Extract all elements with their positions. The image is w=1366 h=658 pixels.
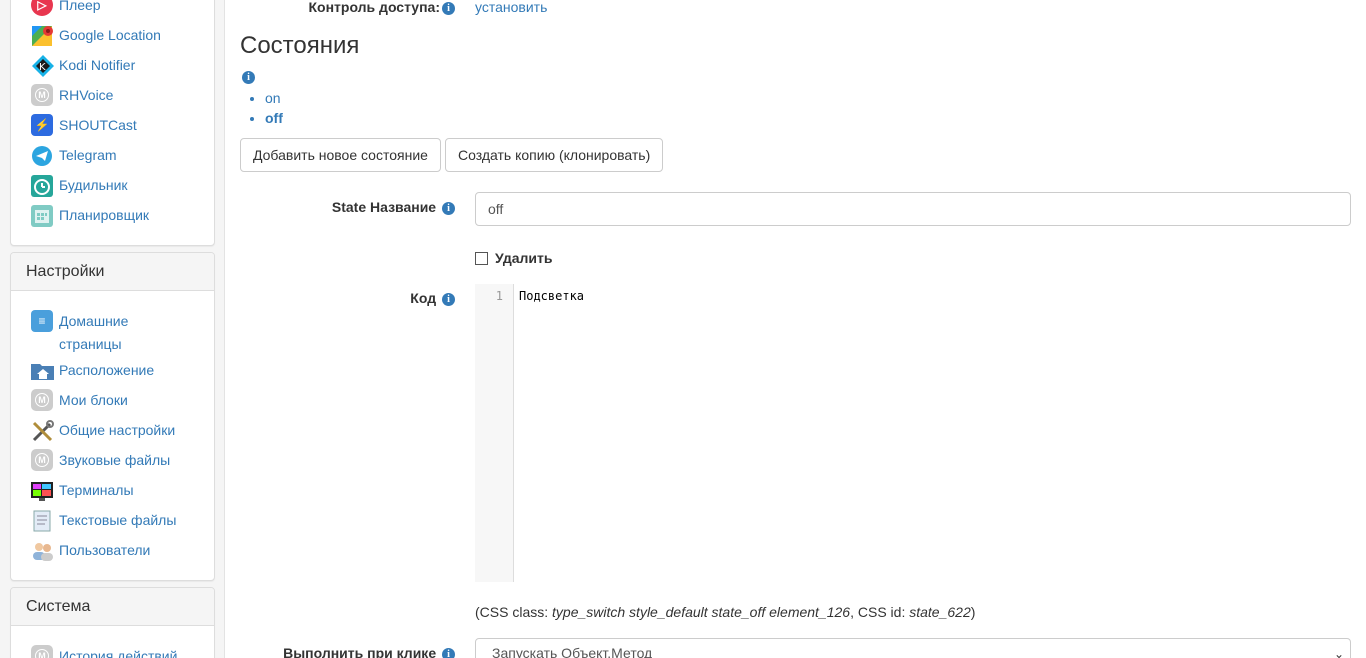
- info-icon[interactable]: i: [442, 2, 455, 15]
- code-label: Код i: [225, 290, 455, 306]
- sidebar-item-location[interactable]: Расположение: [31, 359, 154, 383]
- sidebar-item-users[interactable]: Пользователи: [31, 539, 150, 563]
- access-control-label: Контроль доступа: i: [225, 0, 455, 15]
- state-item-on[interactable]: on: [265, 88, 283, 108]
- system-heading: Система: [11, 588, 214, 626]
- sidebar-item-player[interactable]: ▷ Плеер: [31, 0, 101, 18]
- line-number: 1: [495, 289, 503, 303]
- module-icon: M: [31, 84, 55, 108]
- module-icon: M: [31, 449, 55, 473]
- module-icon: M: [31, 645, 55, 658]
- folder-home-icon: [31, 359, 55, 383]
- states-section-title: Состояния: [240, 32, 360, 59]
- info-icon[interactable]: i: [242, 71, 255, 84]
- alarm-clock-icon: [31, 174, 55, 198]
- css-class-note: (CSS class: type_switch style_default st…: [475, 604, 976, 620]
- svg-text:K: K: [39, 62, 46, 73]
- terminal-icon: [31, 479, 55, 503]
- shoutcast-icon: ⚡: [31, 114, 55, 138]
- info-icon[interactable]: i: [442, 648, 455, 658]
- access-control-set-link[interactable]: установить: [475, 0, 547, 15]
- state-name-input[interactable]: [475, 192, 1351, 226]
- settings-panel: Настройки ≡ Домашние страницы Расположен…: [10, 252, 215, 581]
- code-gutter: [475, 284, 514, 582]
- calendar-icon: [31, 204, 55, 228]
- on-click-label: Выполнить при клике i: [225, 645, 455, 658]
- sidebar-item-telegram[interactable]: Telegram: [31, 144, 117, 168]
- sidebar: ▷ Плеер Google Location K Kodi Notifier …: [0, 0, 225, 658]
- on-click-select[interactable]: Запускать Объект.Метод ⌄: [475, 638, 1351, 658]
- delete-checkbox-row[interactable]: Удалить: [475, 250, 552, 266]
- sidebar-item-alarm[interactable]: Будильник: [31, 174, 128, 198]
- chevron-down-icon: ⌄: [1333, 647, 1344, 658]
- add-state-button[interactable]: Добавить новое состояние: [240, 138, 441, 172]
- sidebar-item-home-pages[interactable]: ≡ Домашние страницы: [31, 310, 206, 356]
- sidebar-item-my-blocks[interactable]: M Мои блоки: [31, 389, 128, 413]
- sidebar-item-text-files[interactable]: Текстовые файлы: [31, 509, 176, 533]
- sidebar-item-sound-files[interactable]: M Звуковые файлы: [31, 449, 170, 473]
- sidebar-item-google-location[interactable]: Google Location: [31, 24, 161, 48]
- sidebar-item-kodi-notifier[interactable]: K Kodi Notifier: [31, 54, 135, 78]
- clone-button[interactable]: Создать копию (клонировать): [445, 138, 664, 172]
- kodi-icon: K: [31, 54, 55, 78]
- tools-icon: [31, 419, 55, 443]
- state-item-off[interactable]: off: [265, 108, 283, 128]
- document-icon: ≡: [31, 310, 55, 334]
- player-icon: ▷: [31, 0, 55, 18]
- sidebar-item-scheduler[interactable]: Планировщик: [31, 204, 149, 228]
- telegram-icon: [31, 144, 55, 168]
- main-content: Контроль доступа: i установить Состояния …: [225, 0, 1366, 658]
- sidebar-item-rhvoice[interactable]: M RHVoice: [31, 84, 113, 108]
- modules-panel: ▷ Плеер Google Location K Kodi Notifier …: [10, 0, 215, 246]
- code-text[interactable]: Подсветка: [519, 289, 584, 303]
- sidebar-item-action-history[interactable]: M История действий: [31, 645, 177, 658]
- text-file-icon: [31, 509, 55, 533]
- sidebar-item-shoutcast[interactable]: ⚡ SHOUTCast: [31, 114, 137, 138]
- code-editor[interactable]: 1 Подсветка: [475, 284, 1351, 582]
- states-list: on off: [265, 88, 283, 128]
- info-icon[interactable]: i: [442, 202, 455, 215]
- system-panel: Система M История действий: [10, 587, 215, 658]
- google-maps-icon: [31, 24, 55, 48]
- users-icon: [31, 539, 55, 563]
- sidebar-item-general-settings[interactable]: Общие настройки: [31, 419, 175, 443]
- delete-checkbox[interactable]: [475, 251, 488, 265]
- info-icon[interactable]: i: [442, 293, 455, 306]
- settings-heading: Настройки: [11, 253, 214, 291]
- state-name-label: State Название i: [225, 199, 455, 215]
- sidebar-item-terminals[interactable]: Терминалы: [31, 479, 134, 503]
- module-icon: M: [31, 389, 55, 413]
